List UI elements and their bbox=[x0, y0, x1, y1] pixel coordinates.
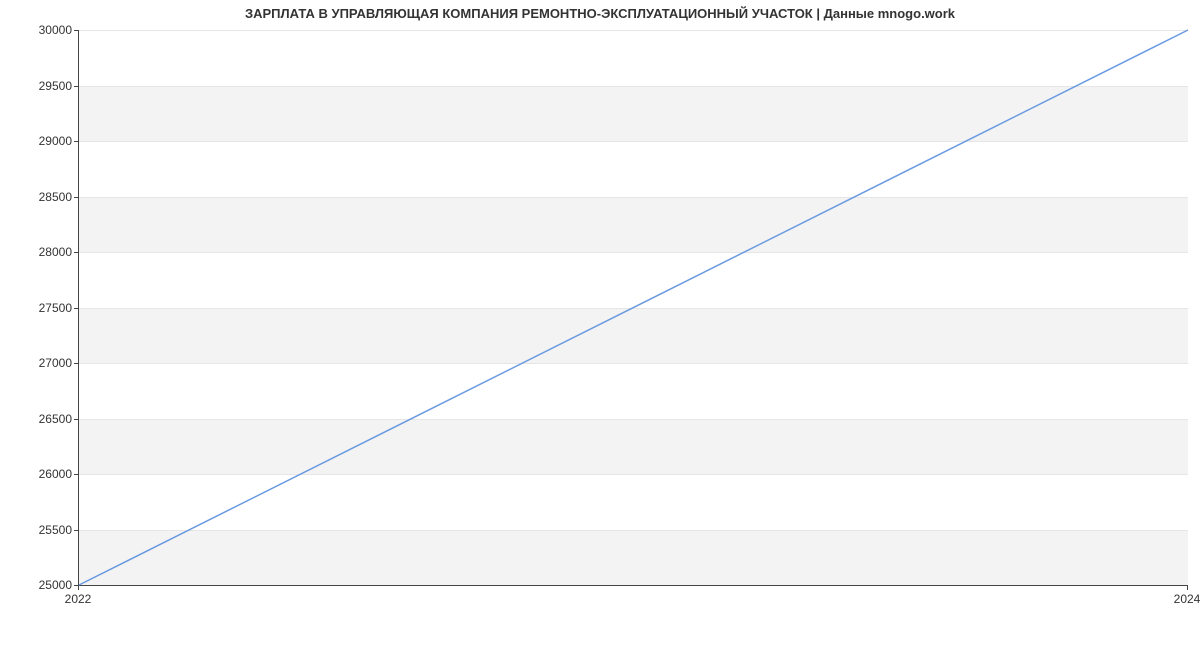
y-tick-mark bbox=[74, 86, 78, 87]
y-tick-mark bbox=[74, 30, 78, 31]
y-tick-label: 26500 bbox=[12, 412, 72, 426]
chart-title: ЗАРПЛАТА В УПРАВЛЯЮЩАЯ КОМПАНИЯ РЕМОНТНО… bbox=[0, 6, 1200, 21]
y-tick-mark bbox=[74, 197, 78, 198]
y-tick-mark bbox=[74, 474, 78, 475]
chart-container: ЗАРПЛАТА В УПРАВЛЯЮЩАЯ КОМПАНИЯ РЕМОНТНО… bbox=[0, 0, 1200, 650]
x-tick-mark bbox=[78, 586, 79, 590]
y-tick-label: 26000 bbox=[12, 467, 72, 481]
y-tick-mark bbox=[74, 252, 78, 253]
y-tick-label: 27000 bbox=[12, 356, 72, 370]
y-tick-mark bbox=[74, 530, 78, 531]
y-tick-label: 29000 bbox=[12, 134, 72, 148]
y-tick-label: 27500 bbox=[12, 301, 72, 315]
y-tick-label: 25500 bbox=[12, 523, 72, 537]
y-tick-label: 25000 bbox=[12, 578, 72, 592]
y-tick-label: 28000 bbox=[12, 245, 72, 259]
y-tick-mark bbox=[74, 419, 78, 420]
plot-area bbox=[78, 30, 1188, 586]
x-tick-label: 2022 bbox=[65, 592, 92, 606]
x-tick-label: 2024 bbox=[1174, 592, 1200, 606]
y-tick-label: 29500 bbox=[12, 79, 72, 93]
y-tick-label: 30000 bbox=[12, 23, 72, 37]
x-tick-mark bbox=[1187, 586, 1188, 590]
y-tick-mark bbox=[74, 308, 78, 309]
line-path bbox=[79, 30, 1188, 585]
y-tick-mark bbox=[74, 363, 78, 364]
line-series bbox=[79, 30, 1188, 585]
y-tick-label: 28500 bbox=[12, 190, 72, 204]
y-tick-mark bbox=[74, 141, 78, 142]
